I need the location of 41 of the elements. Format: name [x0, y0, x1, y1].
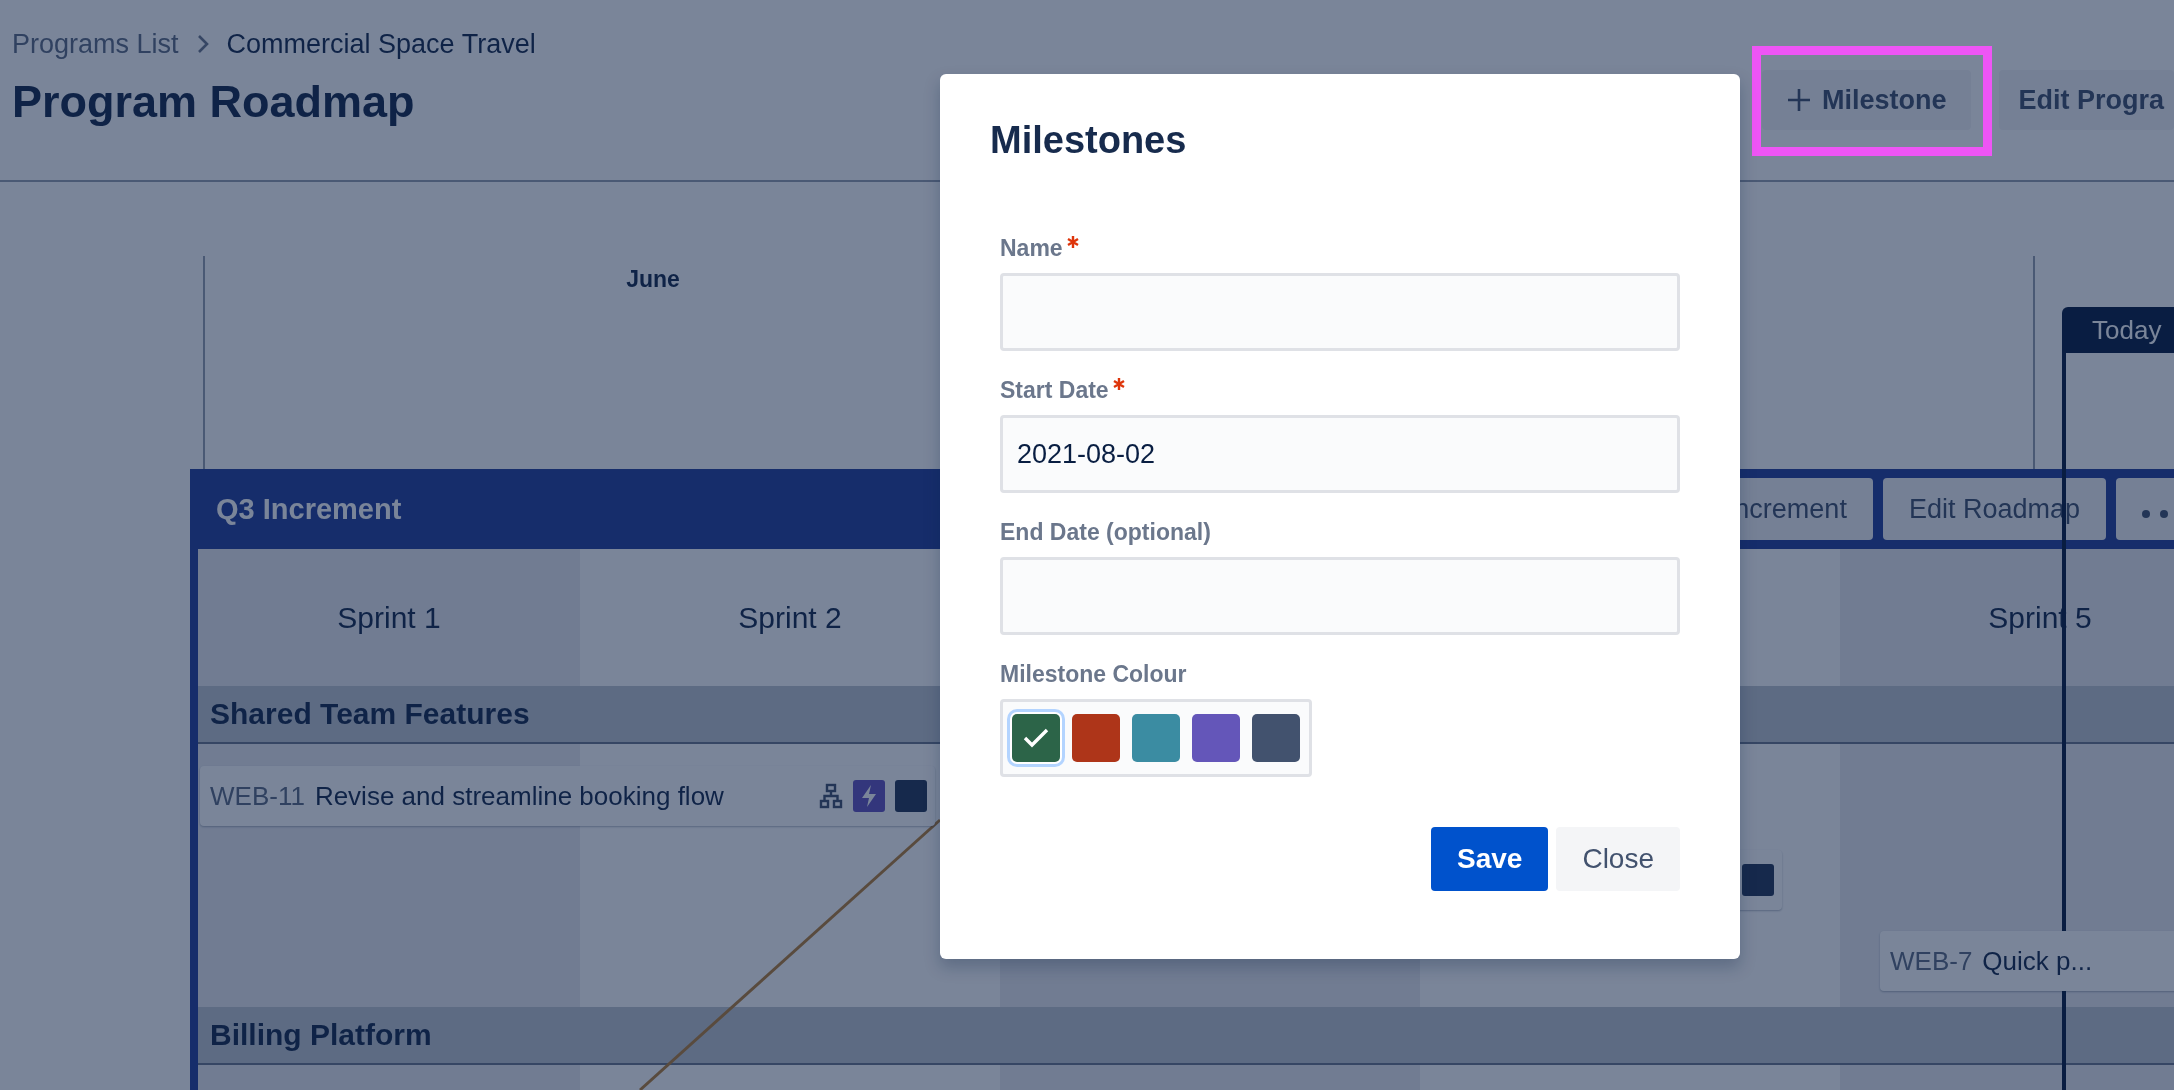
field-label: Start Date [1000, 376, 1109, 404]
add-milestone-button[interactable]: Milestone [1762, 70, 1971, 130]
check-icon [1022, 727, 1050, 749]
plus-icon [1786, 87, 1812, 113]
lightning-icon [853, 780, 885, 812]
edit-program-button[interactable]: Edit Progra [1998, 70, 2174, 130]
colour-swatch[interactable] [1192, 714, 1240, 762]
breadcrumb-link[interactable]: Programs List [12, 28, 179, 60]
month-label: June [626, 266, 680, 294]
issue-key: WEB-7 [1890, 945, 1973, 977]
text-field[interactable] [1000, 273, 1680, 351]
save-button[interactable]: Save [1431, 827, 1549, 891]
today-label: Today [2092, 314, 2162, 346]
square-icon [1742, 864, 1774, 896]
increment-title: Q3 Increment [216, 492, 402, 526]
sprint-label: Sprint 2 [738, 600, 842, 635]
field-label: End Date (optional) [1000, 518, 1211, 546]
colour-swatch[interactable] [1132, 714, 1180, 762]
breadcrumb-current[interactable]: Commercial Space Travel [226, 28, 536, 60]
issue-card[interactable]: WEB-11 Revise and streamline booking flow [200, 766, 935, 826]
field-label: Milestone Colour [1000, 660, 1187, 688]
page-title: Program Roadmap [12, 75, 416, 129]
dialog-title: Milestones [990, 118, 1188, 163]
field-label: Name [1000, 234, 1063, 262]
date-field[interactable] [1000, 557, 1680, 635]
hierarchy-icon [819, 783, 843, 809]
issue-title: Quick p... [1982, 945, 2093, 977]
issue-title: Revise and streamline booking flow [314, 780, 724, 812]
colour-swatch[interactable] [1072, 714, 1120, 762]
chevron-right-icon [196, 34, 209, 54]
more-button[interactable] [2116, 478, 2174, 540]
team-name: Shared Team Features [210, 697, 530, 731]
team-name: Billing Platform [210, 1018, 432, 1052]
issue-key: WEB-11 [210, 780, 305, 812]
issue-card[interactable]: WEB-7 Quick p... [1880, 931, 2174, 991]
close-button[interactable]: Close [1556, 827, 1680, 891]
sprint-label: Sprint 1 [337, 600, 441, 635]
date-field[interactable]: 2021-08-02 [1000, 415, 1680, 493]
square-icon [895, 780, 927, 812]
more-icon [2142, 509, 2168, 518]
colour-swatch[interactable] [1252, 714, 1300, 762]
